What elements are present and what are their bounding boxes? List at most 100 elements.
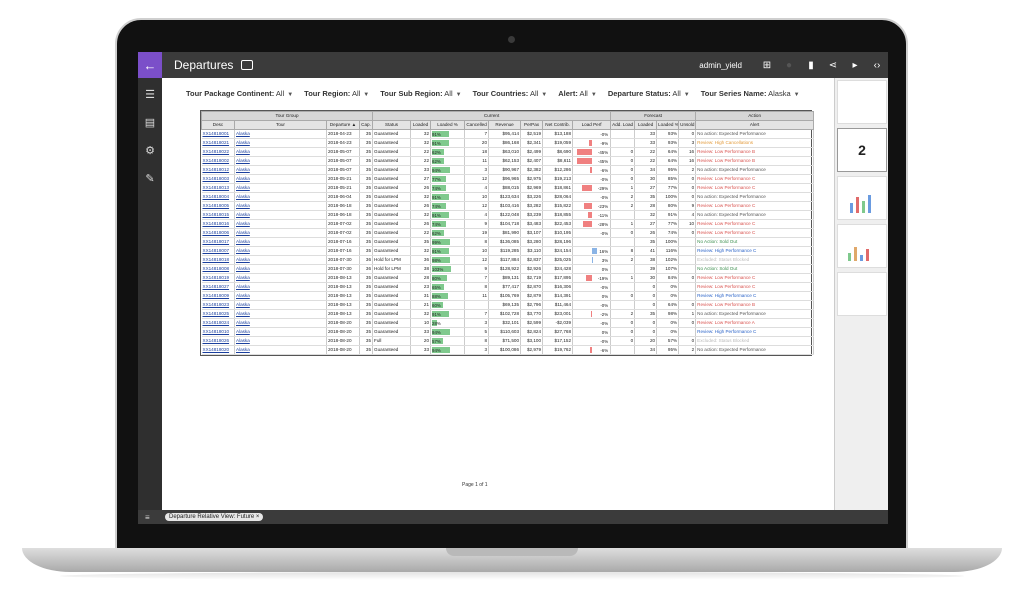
table-cell[interactable]: Alaska xyxy=(234,138,327,148)
column-header[interactable]: Loaded % xyxy=(656,120,680,130)
table-cell[interactable]: XX14818016 xyxy=(201,219,235,229)
table-cell[interactable]: Alaska xyxy=(234,183,327,193)
username[interactable]: admin_yield xyxy=(699,61,742,70)
table-cell[interactable]: Alaska xyxy=(234,201,327,211)
column-header[interactable]: Load Perf xyxy=(572,120,612,130)
table-cell[interactable]: XX14818019 xyxy=(201,273,235,283)
filter-dropdown[interactable]: Tour Package Continent: All ▼ xyxy=(186,89,293,98)
table-cell: 0% xyxy=(572,264,612,274)
filter-dropdown[interactable]: Tour Countries: All ▼ xyxy=(473,89,548,98)
table-cell[interactable]: XX14818015 xyxy=(201,210,235,220)
column-header[interactable]: Loaded xyxy=(410,120,432,130)
trash-icon[interactable]: ▮ xyxy=(800,52,822,78)
filter-dropdown[interactable]: Tour Series Name: Alaska ▼ xyxy=(701,89,800,98)
table-cell[interactable]: XX14818021 xyxy=(201,138,235,148)
column-header[interactable]: Add. Load xyxy=(610,120,636,130)
present-icon[interactable]: ▸ xyxy=(844,52,866,78)
undo-icon[interactable]: ● xyxy=(778,52,800,78)
table-cell[interactable]: XX14818017 xyxy=(201,237,235,247)
filter-icon[interactable]: ≡ xyxy=(145,513,159,522)
table-cell[interactable]: XX14818003 xyxy=(201,174,235,184)
filter-dropdown[interactable]: Alert: All ▼ xyxy=(558,89,597,98)
edit-chart-icon[interactable]: ✎ xyxy=(138,166,162,190)
column-header[interactable]: Cancelled xyxy=(464,120,490,130)
thumbnail-page-2[interactable]: 2 xyxy=(837,128,887,172)
table-cell[interactable]: Alaska xyxy=(234,255,327,265)
table-cell[interactable]: Alaska xyxy=(234,174,327,184)
table-cell[interactable]: XX14818026 xyxy=(201,336,235,346)
column-header[interactable]: Loaded xyxy=(634,120,658,130)
table-cell xyxy=(610,237,636,247)
table-cell[interactable]: XX14818007 xyxy=(201,246,235,256)
table-cell[interactable]: Alaska xyxy=(234,282,327,292)
table-cell: Guaranteed xyxy=(372,237,412,247)
filter-dropdown[interactable]: Departure Status: All ▼ xyxy=(608,89,690,98)
table-cell[interactable]: Alaska xyxy=(234,156,327,166)
table-cell[interactable]: XX14818009 xyxy=(201,291,235,301)
table-cell[interactable]: Alaska xyxy=(234,165,327,175)
column-header[interactable]: PerPax xyxy=(520,120,544,130)
thumbnail-page-4[interactable] xyxy=(837,224,887,268)
share-icon[interactable]: ⋖ xyxy=(822,52,844,78)
add-icon[interactable]: ⊞ xyxy=(756,52,778,78)
column-header[interactable]: Tour xyxy=(234,120,327,130)
table-cell[interactable]: XX14818024 xyxy=(201,318,235,328)
table-cell[interactable]: XX14818006 xyxy=(201,228,235,238)
thumbnail-page-1[interactable] xyxy=(837,80,887,124)
table-cell[interactable]: XX14818022 xyxy=(201,147,235,157)
column-header[interactable]: Unsold xyxy=(678,120,697,130)
table-cell[interactable]: Alaska xyxy=(234,336,327,346)
table-cell[interactable]: XX14818025 xyxy=(201,309,235,319)
column-header[interactable]: Status xyxy=(372,120,412,130)
filter-dropdown[interactable]: Tour Sub Region: All ▼ xyxy=(380,89,461,98)
table-cell[interactable]: Alaska xyxy=(234,210,327,220)
filter-dropdown[interactable]: Tour Region: All ▼ xyxy=(304,89,369,98)
table-cell[interactable]: XX14818023 xyxy=(201,300,235,310)
table-cell[interactable]: XX14818004 xyxy=(201,192,235,202)
report-icon[interactable]: ▤ xyxy=(138,110,162,134)
table-cell[interactable]: Alaska xyxy=(234,246,327,256)
table-cell[interactable]: XX14818027 xyxy=(201,282,235,292)
table-cell[interactable]: Alaska xyxy=(234,300,327,310)
table-cell[interactable]: Alaska xyxy=(234,327,327,337)
table-cell[interactable]: Alaska xyxy=(234,147,327,157)
table-cell[interactable]: XX14818002 xyxy=(201,156,235,166)
comment-icon[interactable] xyxy=(241,60,254,70)
column-header[interactable]: Net Contrib. xyxy=(542,120,574,130)
table-cell[interactable]: Alaska xyxy=(234,264,327,274)
table-cell[interactable]: Alaska xyxy=(234,228,327,238)
table-cell[interactable]: XX14818018 xyxy=(201,255,235,265)
table-cell: 5 xyxy=(464,327,490,337)
table-cell[interactable]: XX14818008 xyxy=(201,264,235,274)
column-header[interactable]: Desc xyxy=(201,120,235,130)
column-header[interactable]: Alert xyxy=(695,120,815,130)
table-cell xyxy=(678,264,697,274)
table-cell[interactable]: XX14818001 xyxy=(201,129,235,139)
table-cell[interactable]: Alaska xyxy=(234,219,327,229)
table-cell[interactable]: Alaska xyxy=(234,291,327,301)
table-cell[interactable]: XX14818013 xyxy=(201,183,235,193)
gear-icon[interactable]: ⚙ xyxy=(138,138,162,162)
back-arrow-icon[interactable]: ← xyxy=(138,52,162,78)
column-header[interactable]: Cap. xyxy=(358,120,374,130)
table-cell[interactable]: XX14818012 xyxy=(201,165,235,175)
database-icon[interactable]: ☰ xyxy=(138,82,162,106)
table-cell[interactable]: XX14818010 xyxy=(201,327,235,337)
table-cell[interactable]: Alaska xyxy=(234,237,327,247)
table-cell[interactable]: Alaska xyxy=(234,273,327,283)
thumbnail-page-3[interactable] xyxy=(837,176,887,220)
table-cell[interactable]: Alaska xyxy=(234,192,327,202)
table-cell[interactable]: XX14818020 xyxy=(201,345,235,355)
table-cell[interactable]: XX14818005 xyxy=(201,201,235,211)
code-icon[interactable]: ‹› xyxy=(866,52,888,78)
table-cell[interactable]: Alaska xyxy=(234,318,327,328)
column-header[interactable]: Departure ▲ xyxy=(326,120,360,130)
table-cell: 12 xyxy=(464,201,490,211)
column-header[interactable]: Revenue xyxy=(488,120,522,130)
table-cell[interactable]: Alaska xyxy=(234,309,327,319)
filter-chip[interactable]: Departure Relative View: Future × xyxy=(165,513,264,521)
column-header[interactable]: Loaded % xyxy=(430,120,466,130)
thumbnail-page-5[interactable] xyxy=(837,272,887,316)
table-cell[interactable]: Alaska xyxy=(234,129,327,139)
table-cell[interactable]: Alaska xyxy=(234,345,327,355)
